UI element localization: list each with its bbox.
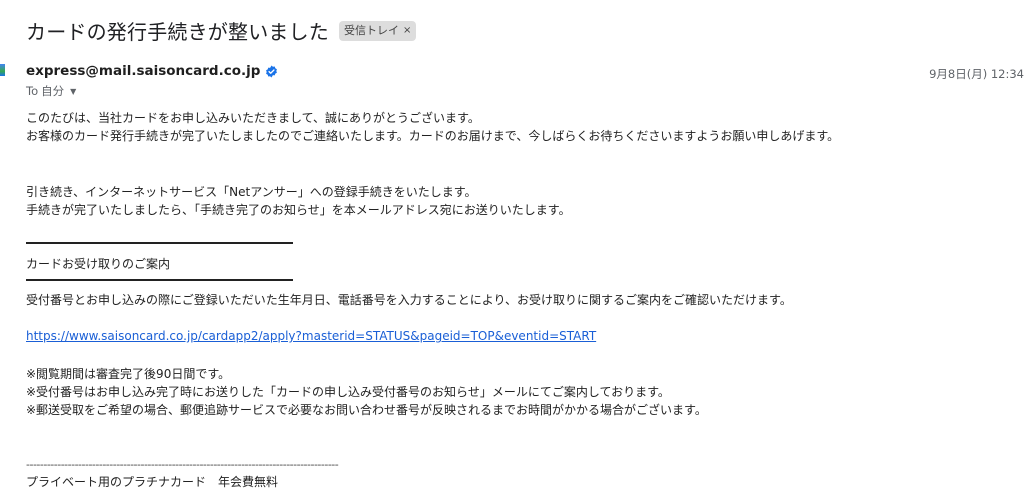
dashed-divider: ----------------------------------------… (26, 458, 339, 471)
body-line: 受付番号とお申し込みの際にご登録いただいた生年月日、電話番号を入力することにより… (26, 293, 792, 307)
body-line: 手続きが完了いたしましたら、「手続き完了のお知らせ」を本メールアドレス宛にお送り… (26, 203, 571, 217)
section-divider (26, 242, 293, 244)
note-line: ※郵送受取をご希望の場合、郵便追跡サービスで必要なお問い合わせ番号が反映されるま… (26, 403, 707, 417)
recipient-details-dropdown-icon[interactable]: ▼ (70, 87, 76, 96)
section-divider (26, 279, 293, 281)
email-view: カードの発行手続きが整いました 受信トレイ × express@mail.sai… (0, 0, 1024, 488)
recipient-name: 自分 (41, 84, 65, 98)
email-date: 9月8日(月) 12:34 (929, 67, 1024, 81)
verified-check-icon (266, 65, 278, 77)
recipient-row[interactable]: To 自分 ▼ (26, 83, 76, 99)
body-line: 引き続き、インターネットサービス「Netアンサー」への登録手続きをいたします。 (26, 185, 477, 199)
body-line: お客様のカード発行手続きが完了いたしましたのでご連絡いたします。カードのお届けま… (26, 129, 840, 143)
to-prefix: To (26, 84, 39, 98)
footer-line: プライベート用のプラチナカード 年会費無料 (26, 475, 279, 488)
inbox-label-text: 受信トレイ (344, 23, 399, 37)
sender-row: express@mail.saisoncard.co.jp (26, 63, 278, 79)
section-title: カードお受け取りのご案内 (26, 257, 171, 271)
email-subject: カードの発行手続きが整いました (26, 20, 329, 44)
body-line: このたびは、当社カードをお申し込みいただきまして、誠にありがとうございます。 (26, 111, 480, 125)
note-line: ※閲覧期間は審査完了後90日間です。 (26, 367, 231, 381)
sender-email[interactable]: express@mail.saisoncard.co.jp (26, 63, 260, 79)
status-check-link[interactable]: https://www.saisoncard.co.jp/cardapp2/ap… (26, 329, 596, 343)
subject-row: カードの発行手続きが整いました 受信トレイ × (26, 16, 417, 45)
remove-label-icon[interactable]: × (403, 23, 411, 39)
note-line: ※受付番号はお申し込み完了時にお送りした「カードの申し込み受付番号のお知らせ」メ… (26, 385, 670, 399)
inbox-label-chip[interactable]: 受信トレイ × (339, 20, 417, 41)
sender-avatar-accent (0, 64, 5, 76)
